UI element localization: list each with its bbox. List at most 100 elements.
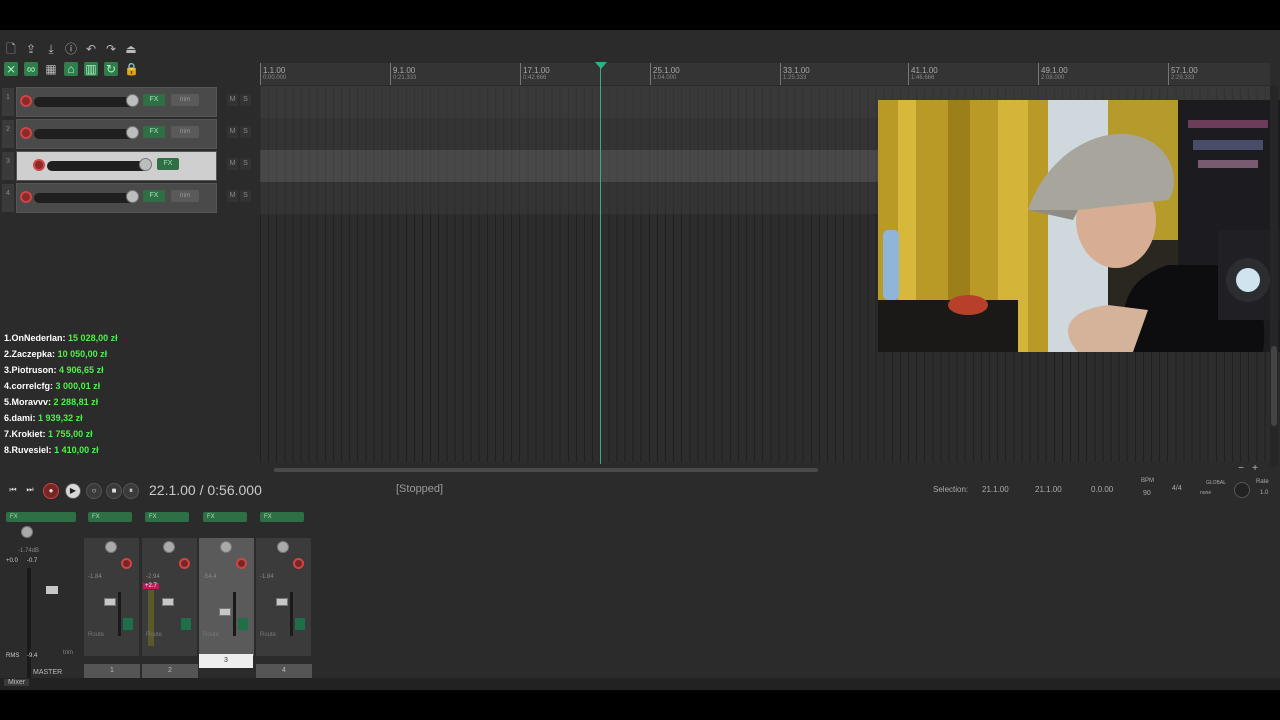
routing-button[interactable] [238,618,248,630]
track-4[interactable]: 4 FX trim M S [0,182,258,214]
none-label[interactable]: none [1200,490,1211,496]
track-3[interactable]: 3 FX M S [0,150,258,182]
record-arm-button[interactable] [33,159,45,171]
mixer-strip-1[interactable]: -1.84 Route [84,538,139,656]
undo-icon[interactable]: ↶ [84,42,98,56]
pause-button[interactable]: ⏸ [123,483,139,499]
trim-button[interactable]: trim [171,126,199,138]
routing-button[interactable] [295,618,305,630]
trim-button[interactable]: trim [171,94,199,106]
selection-end[interactable]: 21.1.00 [1035,485,1062,494]
rate-value[interactable]: 1.0 [1260,490,1268,496]
master-fx-button[interactable]: FX [6,512,76,522]
fx-button[interactable]: FX [157,158,179,170]
record-arm-button[interactable] [20,127,32,139]
scrollbar-thumb[interactable] [274,468,818,472]
strip-fx-button[interactable]: FX [203,512,247,522]
pan-knob[interactable] [220,541,232,553]
mute-button[interactable]: M [227,190,238,202]
save-project-icon[interactable]: ⤓ [44,42,58,56]
routing-button[interactable] [123,618,133,630]
record-arm-button[interactable] [20,191,32,203]
master-pan-knob[interactable] [21,526,33,538]
solo-button[interactable]: S [240,126,251,138]
pan-knob[interactable] [163,541,175,553]
fx-button[interactable]: FX [143,126,165,138]
mute-button[interactable]: M [227,94,238,106]
volume-fader[interactable] [162,598,174,606]
clip-indicator[interactable]: +2.7 [143,583,159,589]
volume-slider[interactable] [34,193,136,203]
record-arm-button[interactable] [121,558,132,569]
project-settings-icon[interactable]: ⓘ [64,42,78,56]
record-button[interactable]: ● [43,483,59,499]
record-arm-button[interactable] [179,558,190,569]
pan-knob[interactable] [277,541,289,553]
stop-button[interactable]: ■ [106,483,122,499]
time-signature[interactable]: 4/4 [1172,485,1182,492]
timeline-ruler[interactable]: 1.1.00 0:00.000 9.1.00 0:21.333 17.1.00 0:4… [260,63,1270,85]
link-icon[interactable]: ∞ [24,62,38,76]
envelope-icon[interactable]: ⌂ [64,62,78,76]
repeat-icon[interactable]: ○ [86,483,102,499]
mute-button[interactable]: M [227,126,238,138]
pan-knob[interactable] [105,541,117,553]
play-button[interactable]: ▶ [65,483,81,499]
pan-knob[interactable] [126,126,139,139]
trim-button[interactable]: trim [171,190,199,202]
mixer-strip-3[interactable]: -54.4 Route [199,538,254,656]
mixer-tab[interactable]: Mixer [4,679,30,686]
loop-icon[interactable]: ↻ [104,62,118,76]
strip-fx-button[interactable]: FX [260,512,304,522]
pan-knob[interactable] [139,158,152,171]
volume-fader[interactable] [219,608,231,616]
snap-icon[interactable]: ▦ [44,62,58,76]
selection-length[interactable]: 0.0.00 [1091,485,1113,494]
record-arm-button[interactable] [236,558,247,569]
mixer-strip-4[interactable]: -1.84 Route [256,538,311,656]
strip-number[interactable]: 1 [84,664,140,678]
mixer-strip-2[interactable]: -2.94 +2.7 Route [142,538,197,656]
master-trim-label[interactable]: trim [63,650,73,656]
volume-slider[interactable] [47,161,149,171]
volume-slider[interactable] [34,97,136,107]
volume-slider[interactable] [34,129,136,139]
go-to-end-icon[interactable]: ⏭ [22,483,38,499]
routing-button[interactable] [181,618,191,630]
grid-lines-icon[interactable]: ▥ [84,62,98,76]
record-arm-button[interactable] [293,558,304,569]
bpm-value[interactable]: 90 [1143,490,1151,497]
track-2[interactable]: 2 FX trim M S [0,118,258,150]
strip-number[interactable]: 3 [199,654,253,668]
strip-fx-button[interactable]: FX [88,512,132,522]
strip-number[interactable]: 2 [142,664,198,678]
horizontal-scrollbar[interactable]: − + [262,463,1270,474]
pan-knob[interactable] [126,190,139,203]
volume-fader[interactable] [276,598,288,606]
metronome-icon[interactable]: ⏏ [124,42,138,56]
playhead-marker[interactable] [595,62,607,69]
zoom-in-icon[interactable]: + [1248,462,1262,476]
fx-button[interactable]: FX [143,190,165,202]
zoom-out-icon[interactable]: − [1234,462,1248,476]
new-project-icon[interactable]: 🗋 [4,42,18,56]
master-fader[interactable] [46,586,58,594]
vertical-scrollbar[interactable] [1270,86,1278,466]
fx-button[interactable]: FX [143,94,165,106]
strip-number[interactable]: 4 [256,664,312,678]
lock-icon[interactable]: 🔒 [124,62,139,76]
solo-button[interactable]: S [240,190,251,202]
scrollbar-thumb[interactable] [1271,346,1277,426]
pan-knob[interactable] [126,94,139,107]
mute-button[interactable]: M [227,158,238,170]
grid-toggle-icon[interactable]: ⨯ [4,62,18,76]
rate-knob[interactable] [1234,482,1250,498]
redo-icon[interactable]: ↷ [104,42,118,56]
solo-button[interactable]: S [240,158,251,170]
track-1[interactable]: 1 FX trim M S [0,86,258,118]
open-project-icon[interactable]: ⇪ [24,42,38,56]
go-to-start-icon[interactable]: ⏮ [5,483,21,499]
strip-fx-button[interactable]: FX [145,512,189,522]
record-arm-button[interactable] [20,95,32,107]
volume-fader[interactable] [104,598,116,606]
